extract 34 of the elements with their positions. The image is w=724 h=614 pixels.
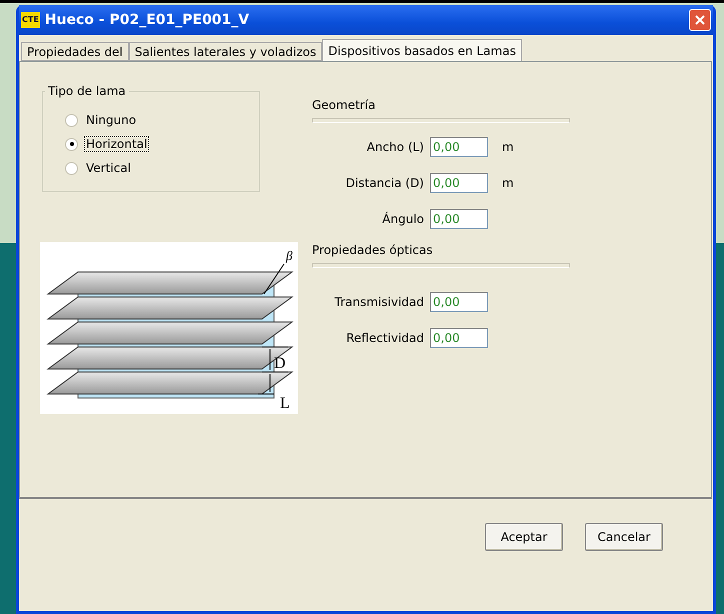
spacing-label: D (274, 355, 286, 372)
number-field[interactable]: 0,00 (430, 137, 488, 157)
leader-line (264, 264, 284, 294)
number-field[interactable]: 0,00 (430, 292, 488, 312)
section-title: Propiedades ópticas (312, 243, 434, 257)
tab[interactable]: Dispositivos basados en Lamas (322, 39, 522, 61)
group-title: Tipo de lama (47, 84, 127, 98)
field-label: Transmisividad (334, 295, 425, 309)
radio-option[interactable]: Ninguno (65, 112, 259, 128)
radio-button[interactable] (65, 138, 78, 150)
number-field[interactable]: 0,00 (430, 209, 488, 229)
number-field[interactable]: 0,00 (430, 328, 488, 348)
width-label: L (280, 395, 290, 412)
section-title: Geometría (312, 98, 376, 112)
radio-option[interactable]: Vertical (65, 160, 259, 176)
radio-button[interactable] (65, 162, 78, 174)
dialog-button[interactable]: Cancelar (585, 523, 663, 551)
field-label: Ángulo (381, 212, 425, 226)
close-button[interactable] (689, 9, 711, 31)
radio-option[interactable]: Horizontal (65, 136, 259, 152)
close-icon (694, 14, 706, 26)
radio-button[interactable] (65, 114, 78, 126)
window-title: Hueco - P02_E01_PE001_V (44, 12, 250, 28)
unit-label: m (502, 140, 514, 154)
tab[interactable]: Propiedades del (21, 42, 129, 61)
field-label: Distancia (D) (344, 176, 425, 190)
angle-label: β (286, 248, 292, 263)
field-label: Ancho (L) (366, 140, 425, 154)
number-field[interactable]: 0,00 (430, 173, 488, 193)
tab[interactable]: Salientes laterales y voladizos (128, 42, 322, 61)
dialog-button[interactable]: Aceptar (485, 523, 563, 551)
unit-label: m (502, 176, 514, 190)
field-label: Reflectividad (345, 331, 425, 345)
app-logo-icon: CTE (21, 12, 40, 28)
